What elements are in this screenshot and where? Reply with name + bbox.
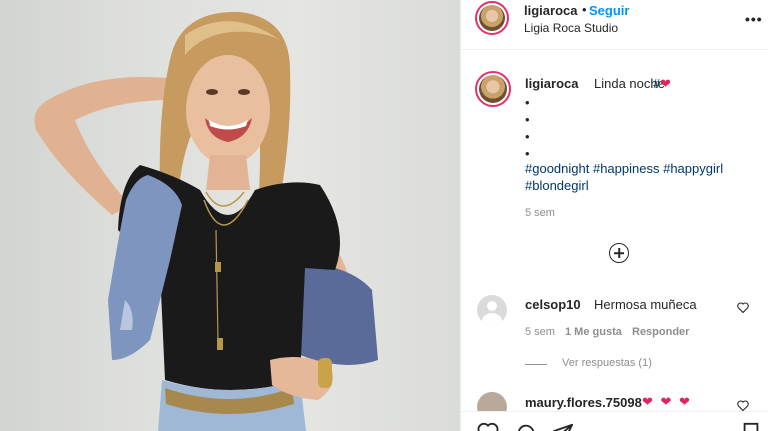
hashtag-link[interactable]: #goodnight xyxy=(525,161,589,176)
caption-bullet: • xyxy=(525,112,530,127)
comment-text: ❤ ❤ ❤ xyxy=(642,394,692,409)
commenter-avatar[interactable] xyxy=(477,295,507,325)
caption-username[interactable]: ligiaroca xyxy=(525,76,578,91)
hashtag-link[interactable]: #blondegirl xyxy=(525,178,589,193)
share-icon[interactable] xyxy=(552,422,574,431)
author-username[interactable]: ligiaroca xyxy=(524,3,577,18)
post-actions-bar xyxy=(461,411,768,431)
red-heart-emoji: ❤ xyxy=(660,76,671,91)
caption-hashtags: #goodnight #happiness #happygirl xyxy=(525,161,723,176)
post-location[interactable]: Ligia Roca Studio xyxy=(524,21,618,35)
plus-circle-icon[interactable] xyxy=(609,243,629,263)
caption-timestamp[interactable]: 5 sem xyxy=(525,207,555,219)
heart-outline-icon[interactable] xyxy=(477,422,499,431)
hashtag-link[interactable]: #happygirl xyxy=(663,161,723,176)
caption-author-avatar[interactable] xyxy=(475,71,511,107)
view-replies-button[interactable]: Ver respuestas (1) xyxy=(562,357,652,369)
more-options-icon[interactable]: ••• xyxy=(745,11,763,27)
replies-divider xyxy=(525,364,547,365)
comment-username[interactable]: maury.flores.75098 xyxy=(525,395,642,410)
comment-timestamp[interactable]: 5 sem xyxy=(525,326,555,338)
hashtag-link[interactable]: #happiness xyxy=(593,161,660,176)
comment-likes[interactable]: 1 Me gusta xyxy=(565,326,622,338)
bookmark-icon[interactable] xyxy=(741,422,763,431)
reply-button[interactable]: Responder xyxy=(632,326,689,338)
caption-bullet: • xyxy=(525,146,530,161)
comment-icon[interactable] xyxy=(515,422,537,431)
post-photo[interactable] xyxy=(0,0,460,431)
comment-text: Hermosa muñeca xyxy=(594,297,697,312)
heart-outline-icon[interactable] xyxy=(737,302,749,316)
caption-bullet: • xyxy=(525,129,530,144)
comment-username[interactable]: celsop10 xyxy=(525,297,581,312)
author-avatar[interactable] xyxy=(475,1,509,35)
follow-button[interactable]: Seguir xyxy=(589,3,629,18)
post-image-illustration xyxy=(0,0,460,431)
caption-hashtags: #blondegirl xyxy=(525,178,589,193)
post-details-panel: ligiaroca • Seguir Ligia Roca Studio •••… xyxy=(460,0,768,431)
caption-bullet: • xyxy=(525,95,530,110)
post-header: ligiaroca • Seguir Ligia Roca Studio ••• xyxy=(461,0,768,50)
separator-dot: • xyxy=(582,2,587,17)
